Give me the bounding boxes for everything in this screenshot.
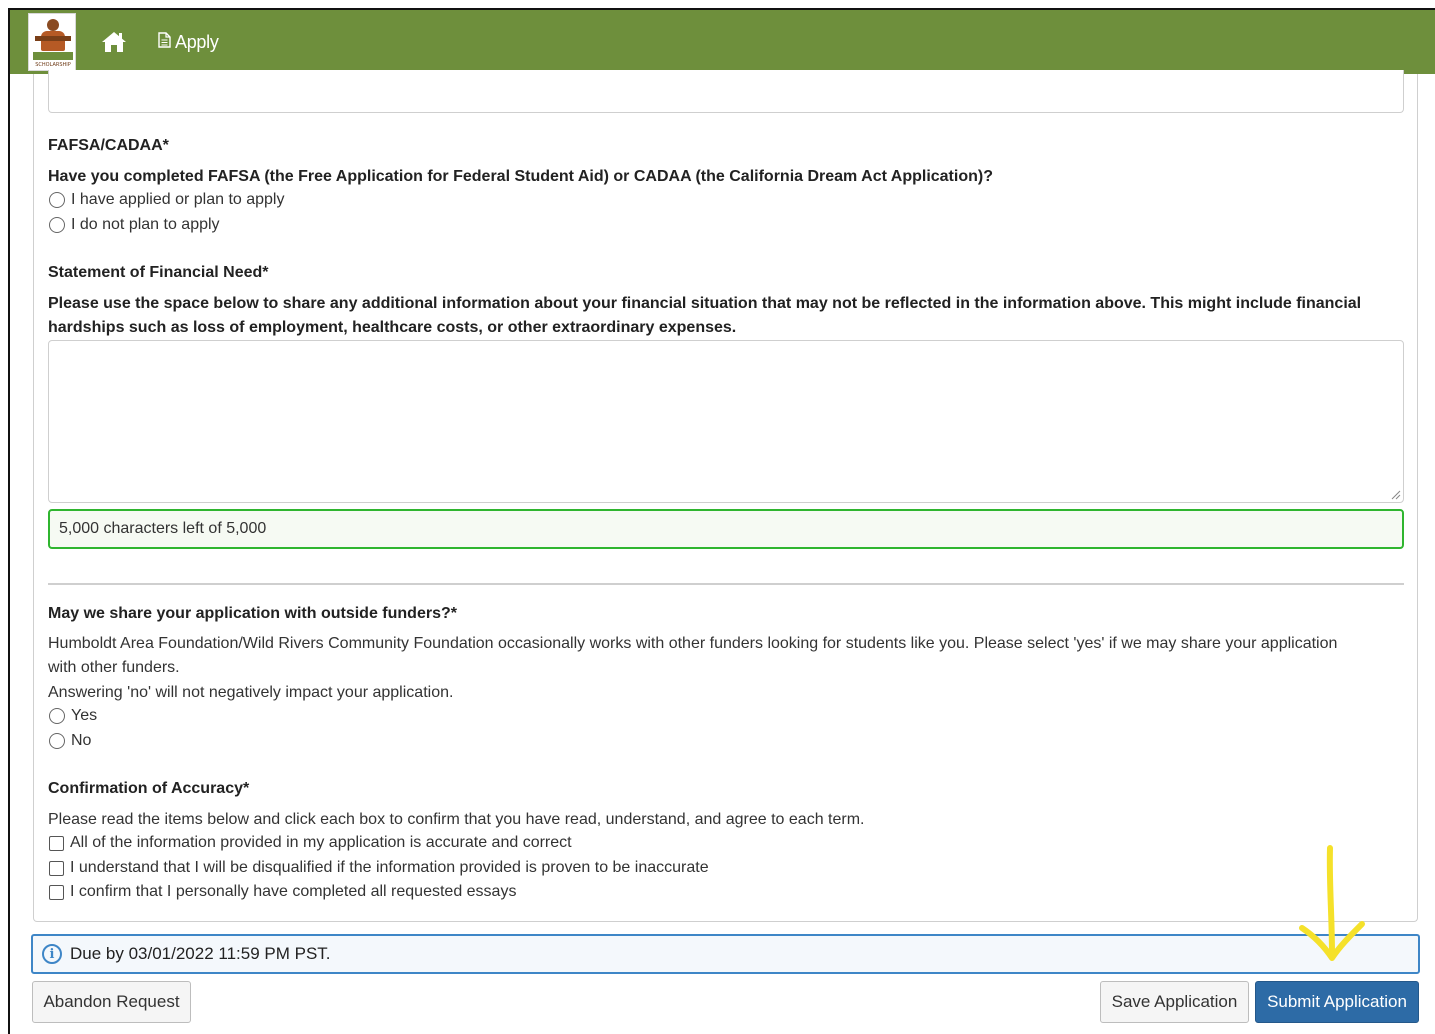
confirmation-checkbox-essays[interactable]: I confirm that I personally have complet…	[49, 883, 516, 901]
share-option-label: No	[71, 732, 92, 749]
yellow-arrow-annotation-icon	[1299, 845, 1365, 961]
top-navbar: SCHOLARSHIP FINDER Apply	[10, 10, 1435, 74]
nav-apply-link[interactable]: Apply	[158, 32, 219, 53]
fafsa-option-label: I do not plan to apply	[71, 216, 220, 233]
document-icon	[158, 31, 171, 53]
share-option-yes[interactable]: Yes	[49, 707, 97, 725]
due-date-alert: i Due by 03/01/2022 11:59 PM PST.	[31, 934, 1420, 974]
checkbox[interactable]	[49, 884, 64, 900]
radio-button[interactable]	[49, 708, 65, 724]
save-application-button[interactable]: Save Application	[1100, 981, 1249, 1023]
due-date-text: Due by 03/01/2022 11:59 PM PST.	[70, 944, 331, 963]
fafsa-option-not-plan[interactable]: I do not plan to apply	[49, 216, 220, 234]
checkbox[interactable]	[49, 860, 64, 876]
resize-handle-icon[interactable]	[1389, 488, 1401, 500]
confirmation-item-label: All of the information provided in my ap…	[70, 834, 572, 851]
nav-apply-label: Apply	[175, 31, 219, 52]
share-option-no[interactable]: No	[49, 732, 91, 750]
character-count: 5,000 characters left of 5,000	[48, 509, 1404, 549]
share-option-label: Yes	[71, 707, 98, 724]
info-icon: i	[42, 944, 62, 964]
submit-application-button[interactable]: Submit Application	[1255, 981, 1419, 1023]
abandon-request-button[interactable]: Abandon Request	[32, 981, 191, 1023]
financial-need-heading: Statement of Financial Need*	[48, 264, 269, 281]
radio-button[interactable]	[49, 217, 65, 233]
financial-need-question: Please use the space below to share any …	[48, 295, 1362, 336]
confirmation-instructions: Please read the items below and click ea…	[48, 811, 865, 828]
confirmation-checkbox-disqualified[interactable]: I understand that I will be disqualified…	[49, 859, 709, 877]
confirmation-item-label: I confirm that I personally have complet…	[70, 883, 517, 900]
confirmation-item-label: I understand that I will be disqualified…	[70, 859, 709, 876]
application-form-panel: FAFSA/CADAA* Have you completed FAFSA (t…	[33, 70, 1418, 922]
checkbox[interactable]	[49, 835, 64, 851]
share-description: Humboldt Area Foundation/Wild Rivers Com…	[48, 635, 1338, 676]
home-icon[interactable]	[98, 26, 130, 58]
share-note: Answering 'no' will not negatively impac…	[48, 684, 454, 701]
radio-button[interactable]	[49, 192, 65, 208]
fafsa-option-label: I have applied or plan to apply	[71, 191, 285, 208]
previous-text-field[interactable]	[48, 70, 1404, 113]
financial-need-textarea[interactable]	[48, 340, 1404, 503]
logo-text: SCHOLARSHIP FINDER	[35, 62, 71, 68]
section-divider	[48, 583, 1404, 585]
confirmation-heading: Confirmation of Accuracy*	[48, 780, 250, 797]
radio-button[interactable]	[49, 733, 65, 749]
fafsa-heading: FAFSA/CADAA*	[48, 137, 169, 154]
share-heading: May we share your application with outsi…	[48, 605, 457, 622]
confirmation-checkbox-accurate[interactable]: All of the information provided in my ap…	[49, 834, 572, 852]
scholarship-finder-logo[interactable]: SCHOLARSHIP FINDER	[28, 13, 76, 71]
fafsa-question: Have you completed FAFSA (the Free Appli…	[48, 168, 993, 185]
fafsa-option-applied[interactable]: I have applied or plan to apply	[49, 191, 284, 209]
